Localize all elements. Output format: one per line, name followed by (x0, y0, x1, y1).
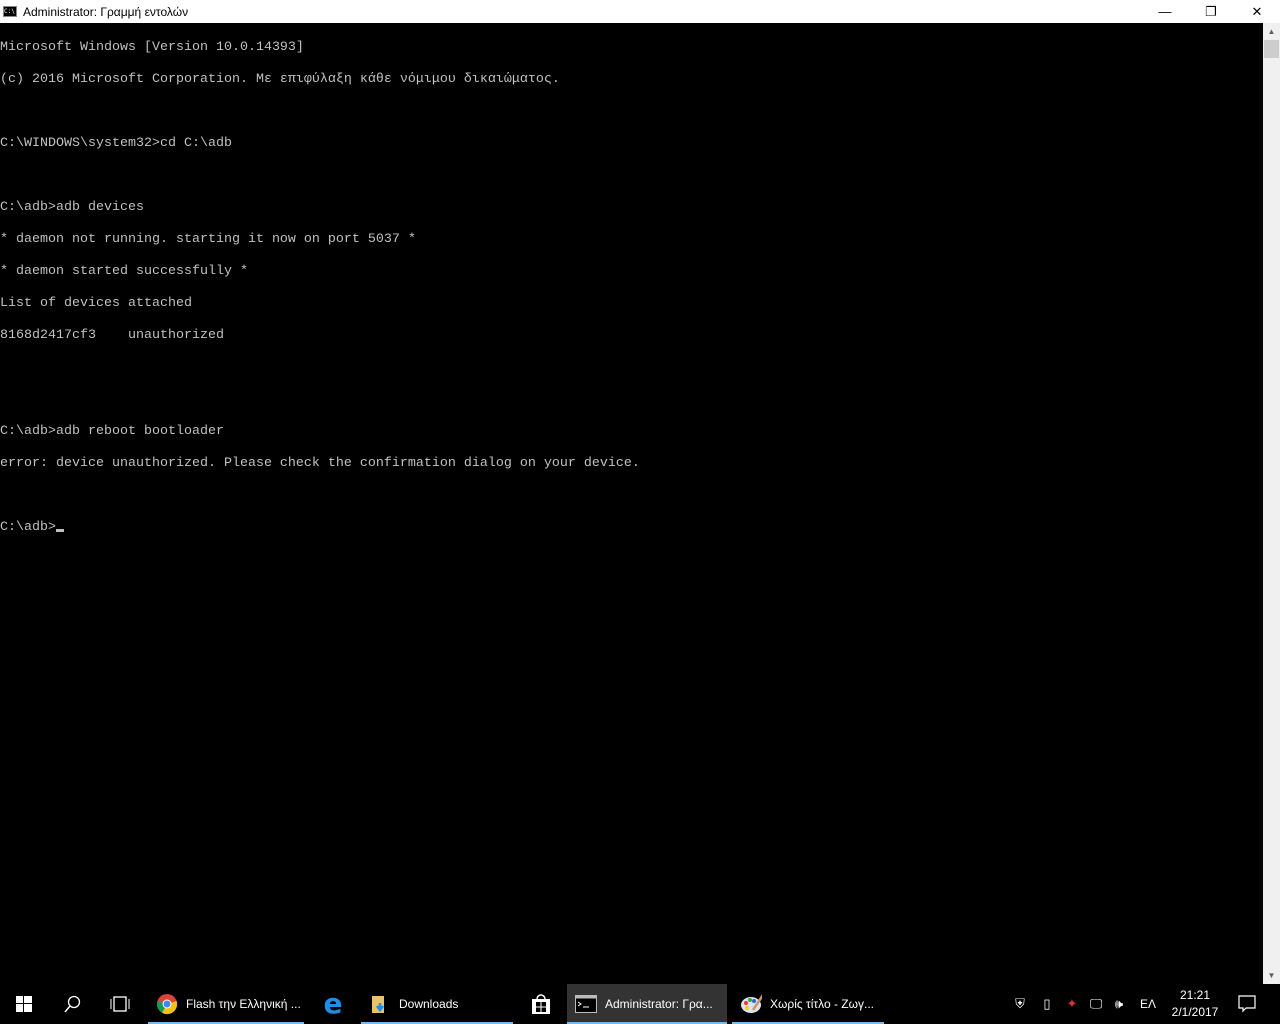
cmd-icon (575, 993, 597, 1015)
usb-device-icon[interactable]: ▯ (1034, 996, 1060, 1012)
console-line: 8168d2417cf3 unauthorized (0, 328, 224, 343)
scrollbar-thumb[interactable] (1264, 40, 1279, 58)
console-line: Microsoft Windows [Version 10.0.14393] (0, 40, 304, 55)
taskbar-app-cmd[interactable]: Administrator: Γρα... (567, 984, 727, 1024)
windows-logo-icon (16, 996, 32, 1012)
console-line: C:\WINDOWS\system32>cd C:\adb (0, 136, 232, 151)
taskbar-app-edge[interactable]: e (310, 984, 356, 1024)
taskbar: Flash την Ελληνική ... e Downloads Admin… (0, 984, 1280, 1024)
taskbar-app-downloads[interactable]: Downloads (361, 984, 513, 1024)
clock[interactable]: 21:21 2/1/2017 (1165, 984, 1225, 1024)
console-output[interactable]: Microsoft Windows [Version 10.0.14393] (… (0, 23, 1263, 984)
task-view-icon (110, 996, 130, 1012)
folder-download-icon (369, 993, 391, 1015)
vertical-scrollbar[interactable]: ▲ ▼ (1263, 23, 1280, 984)
scroll-down-arrow-icon[interactable]: ▼ (1263, 967, 1280, 984)
clock-date: 2/1/2017 (1171, 1005, 1219, 1019)
edge-icon: e (323, 987, 343, 1020)
taskbar-app-chrome[interactable]: Flash την Ελληνική ... (148, 984, 304, 1024)
console-line: * daemon not running. starting it now on… (0, 232, 416, 247)
search-icon (64, 995, 81, 1013)
clock-time: 21:21 (1179, 988, 1211, 1002)
minimize-button[interactable]: — (1142, 0, 1188, 23)
chrome-icon (156, 993, 178, 1015)
prompt: C:\adb> (0, 520, 56, 535)
console-line: (c) 2016 Microsoft Corporation. Με επιφύ… (0, 72, 560, 87)
console-line: C:\adb>adb reboot bootloader (0, 424, 224, 439)
console-line: * daemon started successfully * (0, 264, 248, 279)
console-line: List of devices attached (0, 296, 192, 311)
prompt-line[interactable]: C:\adb> (0, 520, 1263, 536)
system-tray: ⛨ ▯ ✦ 🖵 🕪 ΕΛ (1010, 984, 1166, 1024)
app-label: Χωρίς τίτλο - Ζωγ... (770, 997, 874, 1011)
search-button[interactable] (48, 984, 96, 1024)
app-label: Administrator: Γρα... (605, 997, 713, 1011)
task-view-button[interactable] (96, 984, 144, 1024)
window-title: Administrator: Γραμμή εντολών (23, 4, 189, 19)
volume-icon[interactable]: 🕪 (1108, 996, 1130, 1012)
maximize-button[interactable]: ❐ (1188, 0, 1234, 23)
cmd-icon: C:\ (3, 6, 17, 17)
console-line: C:\adb>adb devices (0, 200, 144, 215)
network-icon[interactable]: 🖵 (1084, 996, 1108, 1012)
start-button[interactable] (0, 984, 48, 1024)
network-warning-icon[interactable]: ✦ (1060, 996, 1084, 1012)
text-cursor (56, 529, 64, 532)
action-center-button[interactable] (1226, 984, 1268, 1024)
defender-shield-icon[interactable]: ⛨ (1010, 996, 1030, 1012)
notification-icon (1238, 995, 1256, 1013)
console-line: error: device unauthorized. Please check… (0, 456, 640, 471)
store-icon (532, 994, 550, 1014)
language-indicator[interactable]: ΕΛ (1130, 997, 1166, 1011)
scroll-up-arrow-icon[interactable]: ▲ (1263, 23, 1280, 40)
title-bar[interactable]: C:\ Administrator: Γραμμή εντολών — ❐ ✕ (0, 0, 1280, 23)
taskbar-app-paint[interactable]: Χωρίς τίτλο - Ζωγ... (732, 984, 884, 1024)
paint-palette-icon (740, 993, 762, 1015)
close-button[interactable]: ✕ (1234, 0, 1280, 23)
taskbar-app-store[interactable] (518, 984, 564, 1024)
app-label: Downloads (399, 997, 459, 1011)
app-label: Flash την Ελληνική ... (186, 997, 301, 1011)
